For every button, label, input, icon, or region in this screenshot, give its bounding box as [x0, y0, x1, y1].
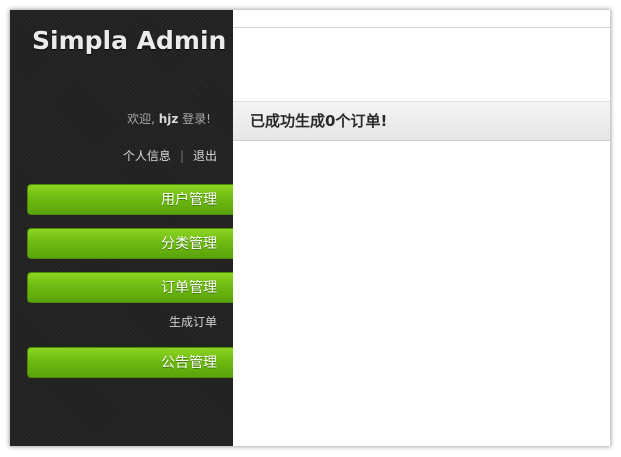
welcome-prefix: 欢迎,	[127, 112, 159, 126]
main-content: 已成功生成0个订单!	[233, 10, 610, 446]
nav-sub-generate-order[interactable]: 生成订单	[169, 313, 217, 330]
profile-links: 个人信息 | 退出	[123, 147, 217, 164]
header-divider	[233, 27, 610, 28]
nav-notice-management[interactable]: 公告管理	[27, 347, 233, 378]
nav-order-management[interactable]: 订单管理	[27, 272, 233, 303]
sidebar: Simpla Admin 欢迎, hjz 登录! 个人信息 | 退出 用户管理 分类…	[10, 10, 233, 446]
welcome-username: hjz	[158, 112, 179, 126]
profile-link[interactable]: 个人信息	[123, 149, 171, 163]
nav-category-management[interactable]: 分类管理	[27, 228, 233, 259]
link-separator: |	[179, 149, 184, 163]
welcome-message: 欢迎, hjz 登录!	[127, 110, 211, 127]
success-message: 已成功生成0个订单!	[233, 101, 610, 141]
brand-title: Simpla Admin	[32, 26, 227, 55]
nav-user-management[interactable]: 用户管理	[27, 184, 233, 215]
welcome-suffix: 登录!	[178, 112, 211, 126]
app-window: Simpla Admin 欢迎, hjz 登录! 个人信息 | 退出 用户管理 分类…	[10, 10, 610, 446]
logout-link[interactable]: 退出	[193, 149, 217, 163]
